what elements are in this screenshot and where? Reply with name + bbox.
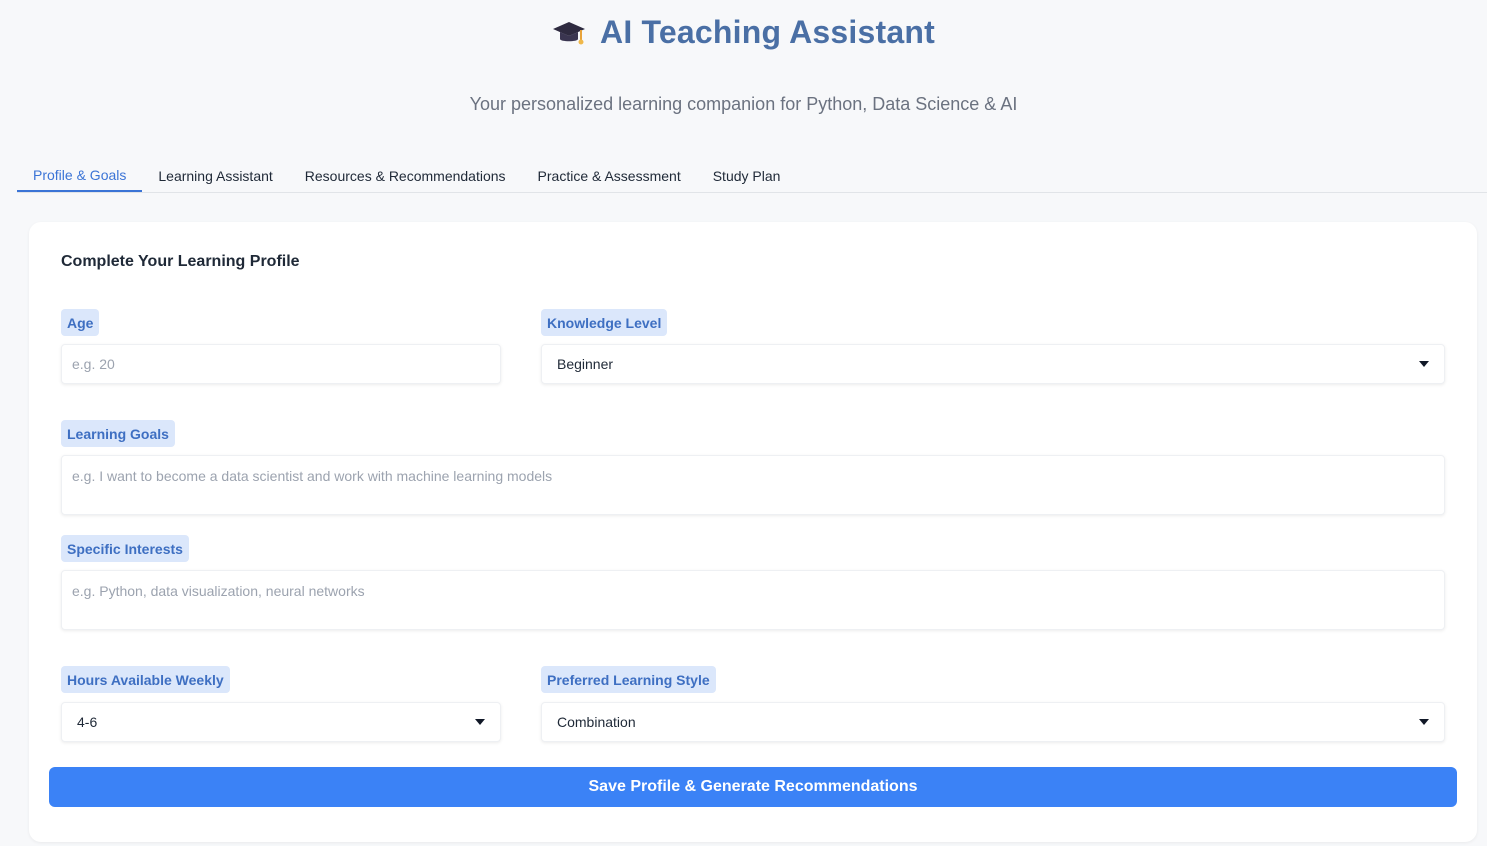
tab-bar: Profile & Goals Learning Assistant Resou…: [17, 160, 1487, 193]
knowledge-level-select[interactable]: Beginner: [541, 344, 1445, 384]
form-title: Complete Your Learning Profile: [61, 253, 300, 270]
hours-weekly-value: 4-6: [77, 714, 98, 730]
knowledge-level-value: Beginner: [557, 356, 614, 372]
specific-interests-label: Specific Interests: [61, 535, 189, 562]
graduation-cap-icon: [553, 21, 586, 44]
age-label: Age: [61, 309, 100, 336]
chevron-down-icon: [1419, 361, 1429, 367]
title-row: AI Teaching Assistant: [0, 14, 1487, 51]
learning-style-select[interactable]: Combination: [541, 702, 1445, 742]
age-input[interactable]: [61, 344, 501, 384]
app-title: AI Teaching Assistant: [600, 14, 935, 50]
learning-goals-input[interactable]: [61, 455, 1445, 515]
hours-weekly-select[interactable]: 4-6: [61, 702, 501, 742]
app-header: AI Teaching Assistant Your personalized …: [0, 0, 1487, 140]
learning-goals-label: Learning Goals: [61, 420, 175, 447]
profile-form-card: Complete Your Learning Profile Age Knowl…: [29, 222, 1477, 842]
tab-learning-assistant[interactable]: Learning Assistant: [142, 160, 288, 191]
specific-interests-input[interactable]: [61, 570, 1445, 630]
app-subtitle: Your personalized learning companion for…: [469, 94, 1018, 114]
tab-resources-recommendations[interactable]: Resources & Recommendations: [289, 160, 522, 191]
chevron-down-icon: [1419, 719, 1429, 725]
tab-study-plan[interactable]: Study Plan: [697, 160, 797, 191]
learning-style-label: Preferred Learning Style: [541, 666, 716, 693]
learning-style-value: Combination: [557, 714, 636, 730]
save-profile-button[interactable]: Save Profile & Generate Recommendations: [49, 767, 1457, 807]
tab-practice-assessment[interactable]: Practice & Assessment: [522, 160, 697, 191]
tab-profile-goals[interactable]: Profile & Goals: [17, 160, 143, 192]
chevron-down-icon: [475, 719, 485, 725]
hours-weekly-label: Hours Available Weekly: [61, 666, 230, 693]
knowledge-level-label: Knowledge Level: [541, 309, 668, 336]
